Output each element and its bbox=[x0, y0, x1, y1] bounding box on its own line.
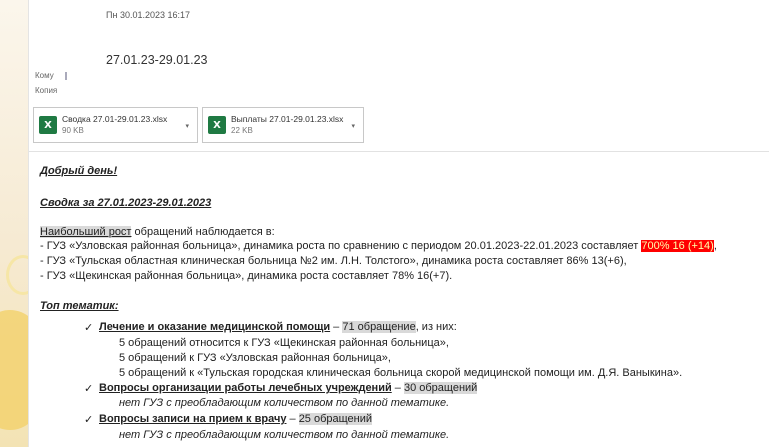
topic-detail: 5 обращений относится к ГУЗ «Щекинская р… bbox=[119, 337, 449, 349]
chevron-down-icon[interactable]: ▾ bbox=[351, 122, 355, 130]
email-subject: 27.01.23-29.01.23 bbox=[106, 53, 208, 67]
attachment-size: 22 KB bbox=[231, 126, 253, 135]
checkmark-icon: ✓ bbox=[84, 321, 94, 334]
topic-title: Вопросы записи на прием к врачу bbox=[99, 413, 287, 425]
topic-item: ✓ Лечение и оказание медицинской помощи … bbox=[84, 321, 457, 334]
email-reading-pane: Пн 30.01.2023 16:17 27.01.23-29.01.23 Ко… bbox=[28, 0, 769, 447]
header-divider bbox=[29, 151, 769, 152]
topic-count: 71 обращение bbox=[342, 321, 416, 333]
growth-end: , bbox=[713, 240, 717, 252]
topic-title: Лечение и оказание медицинской помощи bbox=[99, 321, 331, 333]
attachment-item[interactable]: X Сводка 27.01-29.01.23.xlsx 90 KB ▾ bbox=[33, 107, 198, 143]
topic-detail: 5 обращений к «Тульская городская клинич… bbox=[119, 367, 683, 379]
intro-highlight: Наибольший рост bbox=[40, 226, 132, 238]
attachment-name: Выплаты 27.01-29.01.23.xlsx bbox=[231, 114, 344, 124]
topic-note: нет ГУЗ с преобладающим количеством по д… bbox=[119, 429, 450, 441]
attachment-size: 90 KB bbox=[62, 126, 84, 135]
excel-icon: X bbox=[39, 116, 57, 134]
growth-line: - ГУЗ «Тульская областная клиническая бо… bbox=[40, 255, 627, 267]
growth-line: - ГУЗ «Узловская районная больница», дин… bbox=[40, 240, 717, 253]
topic-detail: 5 обращений к ГУЗ «Узловская районная бо… bbox=[119, 352, 391, 364]
excel-icon: X bbox=[208, 116, 226, 134]
checkmark-icon: ✓ bbox=[84, 382, 94, 395]
to-recipient[interactable] bbox=[65, 72, 67, 80]
chevron-down-icon[interactable]: ▾ bbox=[185, 122, 189, 130]
topic-note: нет ГУЗ с преобладающим количеством по д… bbox=[119, 397, 450, 409]
growth-line: - ГУЗ «Щекинская районная больница», дин… bbox=[40, 270, 453, 282]
email-date: Пн 30.01.2023 16:17 bbox=[106, 10, 191, 20]
email-header: Пн 30.01.2023 16:17 27.01.23-29.01.23 Ко… bbox=[29, 0, 769, 152]
topic-count: 30 обращений bbox=[403, 382, 478, 394]
attachment-item[interactable]: X Выплаты 27.01-29.01.23.xlsx 22 KB ▾ bbox=[202, 107, 364, 143]
summary-title: Сводка за 27.01.2023-29.01.2023 bbox=[40, 197, 212, 209]
topic-count: 25 обращений bbox=[298, 413, 373, 425]
attachment-name: Сводка 27.01-29.01.23.xlsx bbox=[62, 114, 168, 124]
to-label: Кому bbox=[35, 71, 54, 80]
growth-text: - ГУЗ «Узловская районная больница», дин… bbox=[40, 240, 642, 252]
topic-item: ✓ Вопросы организации работы лечебных уч… bbox=[84, 382, 478, 395]
topics-title: Топ тематик: bbox=[40, 300, 119, 312]
intro-rest: обращений наблюдается в: bbox=[131, 226, 275, 238]
growth-highlight: 700% 16 (+14) bbox=[641, 240, 714, 252]
intro-line: Наибольший рост обращений наблюдается в: bbox=[40, 226, 275, 239]
checkmark-icon: ✓ bbox=[84, 413, 94, 426]
cc-label: Копия bbox=[35, 86, 58, 95]
topic-title: Вопросы организации работы лечебных учре… bbox=[99, 382, 392, 394]
greeting: Добрый день! bbox=[40, 165, 118, 177]
topic-item: ✓ Вопросы записи на прием к врачу – 25 о… bbox=[84, 413, 373, 426]
